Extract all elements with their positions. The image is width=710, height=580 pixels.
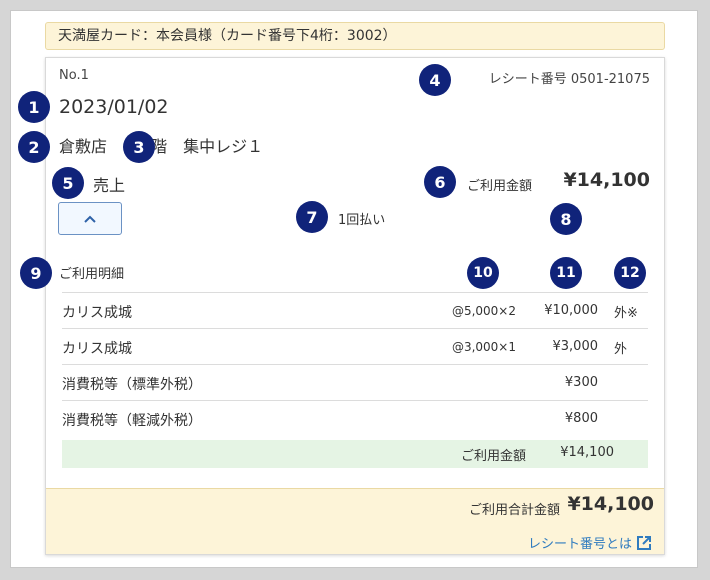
- collapse-details-button[interactable]: [58, 202, 122, 235]
- annotation-badge-6: 6: [424, 166, 456, 198]
- annotation-badge-7: 7: [296, 201, 328, 233]
- item-unit-price: @5,000×2: [451, 304, 516, 318]
- installment-type: 1回払い: [338, 213, 386, 228]
- item-name: カリス成城: [62, 305, 132, 321]
- details-title: ご利用明細: [59, 267, 125, 282]
- amount-value: ¥14,100: [563, 169, 650, 191]
- help-link-label: レシート番号とは: [527, 537, 632, 552]
- receipt-number: レシート番号 0501-21075: [488, 72, 650, 87]
- table-row: 消費税等（標準外税） ¥300: [62, 364, 648, 400]
- annotation-badge-4: 4: [419, 64, 451, 96]
- table-row: カリス成城 @3,000×1 ¥3,000 外: [62, 328, 648, 364]
- purchase-date: 2023/01/02: [59, 96, 169, 118]
- subtotal-value: ¥14,100: [560, 445, 614, 460]
- grand-total-label: ご利用合計金額: [468, 503, 560, 518]
- annotation-badge-3: 3: [123, 131, 155, 163]
- total-footer: ご利用合計金額 ¥14,100 レシート番号とは: [46, 488, 664, 554]
- item-price: ¥10,000: [544, 303, 598, 318]
- item-tax-type: 外※: [614, 306, 638, 321]
- annotation-badge-8: 8: [550, 203, 582, 235]
- register-location: 3階 集中レジ１: [141, 137, 264, 156]
- item-name: 消費税等（軽減外税）: [62, 413, 202, 429]
- table-row: カリス成城 @5,000×2 ¥10,000 外※: [62, 292, 648, 328]
- subtotal-label: ご利用金額: [460, 449, 526, 464]
- item-price: ¥800: [564, 411, 598, 426]
- item-tax-type: 外: [614, 342, 628, 357]
- chevron-up-icon: [84, 215, 96, 223]
- annotation-badge-2: 2: [18, 131, 50, 163]
- details-table: カリス成城 @5,000×2 ¥10,000 外※ カリス成城 @3,000×1…: [62, 292, 648, 468]
- item-price: ¥300: [564, 375, 598, 390]
- receipt-number-help-link[interactable]: レシート番号とは: [528, 533, 652, 552]
- transaction-kind: 売上: [93, 176, 126, 195]
- item-price: ¥3,000: [552, 339, 599, 354]
- annotation-badge-1: 1: [18, 91, 50, 123]
- amount-label: ご利用金額: [467, 179, 533, 194]
- annotation-badge-11: 11: [550, 257, 582, 289]
- card-holder-header: 天満屋カード：本会員様（カード番号下4桁：3002）: [45, 22, 665, 50]
- annotation-badge-9: 9: [20, 257, 52, 289]
- store-name: 倉敷店: [59, 137, 108, 156]
- item-name: 消費税等（標準外税）: [62, 377, 202, 393]
- annotation-badge-10: 10: [467, 257, 499, 289]
- annotation-badge-5: 5: [52, 167, 84, 199]
- annotation-badge-12: 12: [614, 257, 646, 289]
- item-unit-price: @3,000×1: [451, 340, 516, 354]
- table-row: 消費税等（軽減外税） ¥800: [62, 400, 648, 436]
- external-link-icon: [637, 535, 651, 550]
- receipt-index: No.1: [59, 68, 89, 83]
- grand-total-value: ¥14,100: [567, 493, 654, 515]
- subtotal-row: ご利用金額 ¥14,100: [62, 440, 648, 468]
- item-name: カリス成城: [62, 341, 132, 357]
